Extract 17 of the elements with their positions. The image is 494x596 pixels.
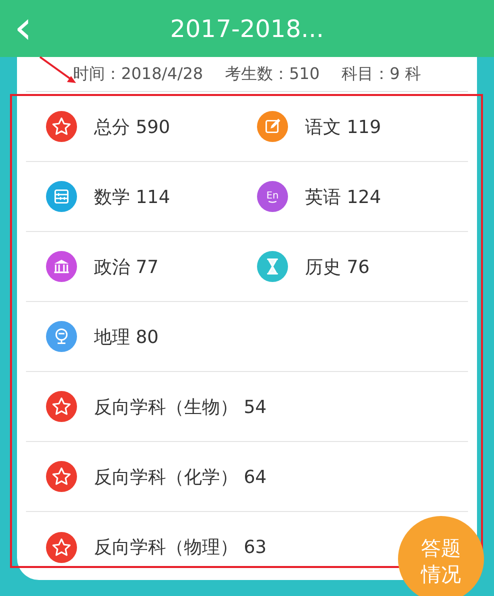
- subject-score: 政治 77: [94, 256, 159, 278]
- subject-score: 反向学科（物理） 63: [94, 536, 267, 559]
- subject-score: 总分 590: [94, 116, 170, 138]
- page-title: 2017-2018...: [170, 14, 324, 42]
- subject-count: 科目：9 科: [342, 64, 421, 84]
- back-button[interactable]: ‹: [8, 4, 38, 50]
- subject-score: 英语 124: [305, 186, 382, 208]
- subject-score: 地理 80: [94, 326, 159, 348]
- subject-score: 历史 76: [305, 256, 370, 278]
- answer-status-button[interactable]: 答题情况: [398, 516, 484, 596]
- student-count: 考生数：510: [225, 64, 320, 84]
- language-icon: En: [257, 181, 288, 212]
- subject-score: 反向学科（生物） 54: [94, 396, 267, 418]
- subject-score: 反向学科（化学） 64: [94, 466, 267, 488]
- subject-score: 语文 119: [305, 116, 382, 138]
- exam-time: 时间：2018/4/28: [73, 64, 204, 84]
- subject-score: 数学 114: [94, 186, 170, 208]
